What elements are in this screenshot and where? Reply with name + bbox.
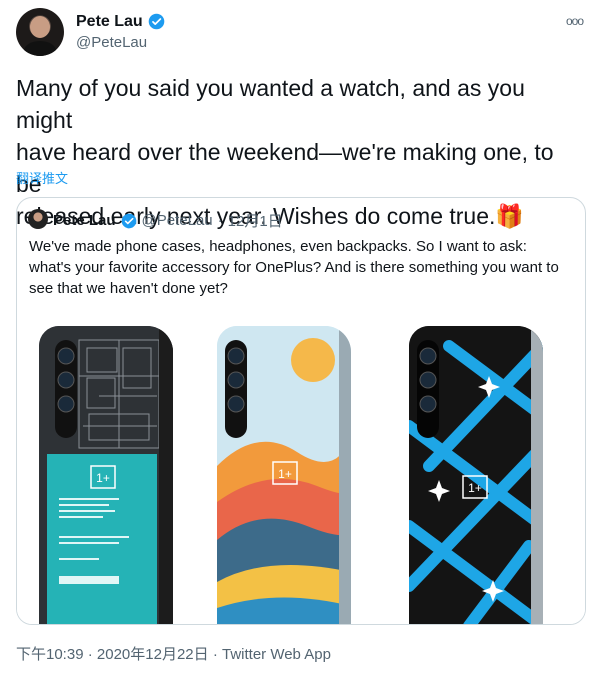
quoted-media[interactable]: 1+ 1+ 1+: [17, 314, 585, 624]
author-display-name[interactable]: Pete Lau: [76, 12, 143, 31]
landscape-art-case-image[interactable]: 1+: [217, 326, 351, 624]
tweet-client[interactable]: Twitter Web App: [222, 646, 331, 663]
author-handle[interactable]: @PeteLau: [76, 34, 147, 51]
circuit-board-case-art: 1+: [39, 326, 173, 624]
quoted-tweet-date: 12月1日: [227, 213, 283, 230]
quoted-line-3: see that we haven't done yet?: [29, 280, 228, 297]
tweet-line-2: have heard over the weekend—we're making…: [16, 139, 554, 197]
tweet-time[interactable]: 下午10:39: [16, 646, 84, 663]
blue-pattern-case-image[interactable]: 1+: [409, 326, 543, 624]
quoted-author-row: Pete Lau @PeteLau · 12月1日: [53, 210, 283, 231]
quoted-tweet-text: We've made phone cases, headphones, even…: [29, 236, 577, 299]
tweet-line-1: Many of you said you wanted a watch, and…: [16, 75, 525, 133]
landscape-case-logo: 1+: [278, 467, 292, 481]
quoted-tweet-card[interactable]: Pete Lau @PeteLau · 12月1日 We've made pho…: [16, 197, 586, 625]
footer-separator-2: ·: [212, 646, 218, 663]
quoted-line-2: what's your favorite accessory for OnePl…: [29, 259, 559, 276]
quoted-line-1: We've made phone cases, headphones, even…: [29, 238, 527, 255]
blue-case-logo: 1+: [468, 481, 482, 495]
footer-separator-1: ·: [87, 646, 93, 663]
quoted-verified-badge-icon: [121, 213, 136, 228]
blue-pattern-case-art: 1+: [409, 326, 543, 624]
landscape-art-case-art: 1+: [217, 326, 351, 624]
translate-tweet-link[interactable]: 翻译推文: [16, 168, 68, 187]
quoted-author-name: Pete Lau: [53, 212, 116, 229]
tweet-date[interactable]: 2020年12月22日: [97, 646, 209, 663]
author-avatar[interactable]: [16, 8, 64, 56]
quoted-author-avatar: [28, 209, 48, 229]
quoted-meta-separator: ·: [217, 212, 223, 229]
tweet-footer: 下午10:39 · 2020年12月22日 · Twitter Web App: [16, 643, 331, 664]
circuit-board-case-image[interactable]: 1+: [39, 326, 173, 624]
verified-badge-icon: [148, 13, 164, 30]
more-options-icon[interactable]: ooo: [566, 14, 584, 28]
circuit-case-logo: 1+: [96, 471, 110, 485]
quoted-author-handle: @PeteLau: [141, 212, 213, 229]
author-name-row: Pete Lau: [76, 12, 165, 31]
